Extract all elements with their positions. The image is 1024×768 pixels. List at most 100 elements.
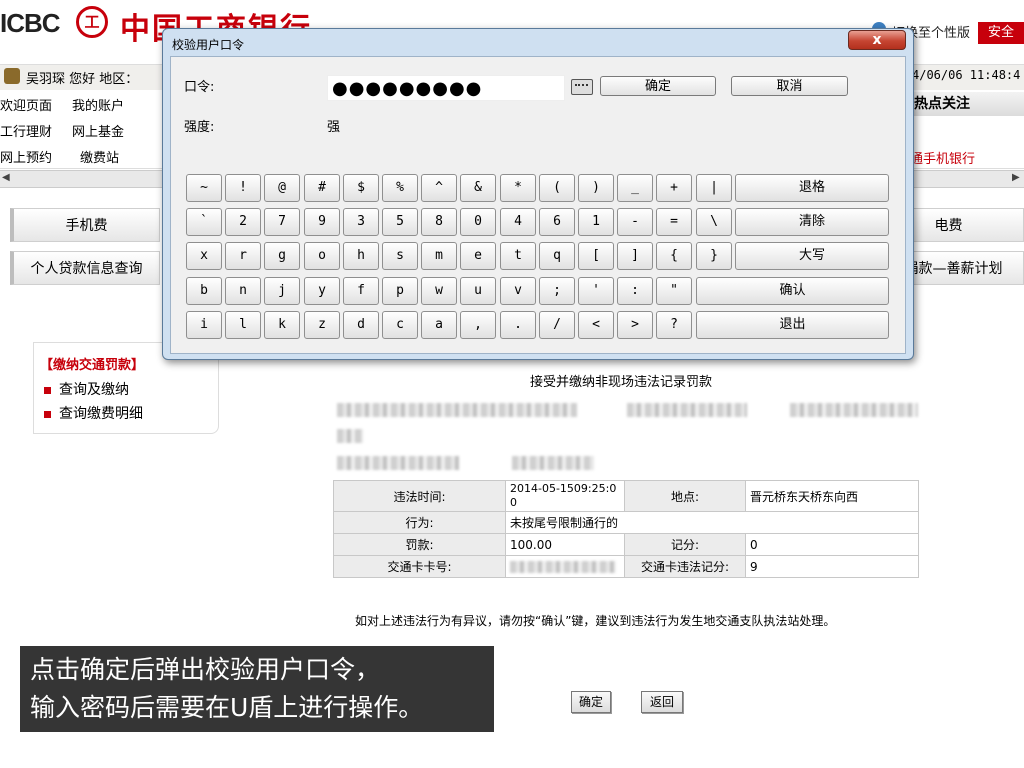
keyboard-key[interactable]: "	[656, 277, 692, 305]
fine-value: 100.00	[505, 533, 625, 556]
keyboard-key[interactable]: 4	[500, 208, 536, 236]
keyboard-key[interactable]: o	[304, 242, 340, 270]
keyboard-key[interactable]: [	[578, 242, 614, 270]
keyboard-key[interactable]: ;	[539, 277, 575, 305]
keyboard-key[interactable]: #	[304, 174, 340, 202]
keyboard-key[interactable]: 9	[304, 208, 340, 236]
table-row: 违法时间: 2014-05-1509:25:00 地点: 晋元桥东天桥东向西	[333, 480, 919, 512]
sidebar-item-history[interactable]: 查询缴费明细	[44, 403, 143, 423]
password-input[interactable]: ●●●●●●●●●	[327, 75, 565, 101]
keyboard-key[interactable]: 5	[382, 208, 418, 236]
keyboard-key[interactable]: :	[617, 277, 653, 305]
keyboard-key[interactable]: t	[500, 242, 536, 270]
keyboard-function-key[interactable]: 清除	[735, 208, 889, 236]
keyboard-icon[interactable]	[571, 79, 593, 95]
keyboard-key[interactable]: u	[460, 277, 496, 305]
page-confirm-button[interactable]: 确定	[571, 691, 611, 713]
keyboard-key[interactable]: j	[264, 277, 300, 305]
sidebar-item-query-pay[interactable]: 查询及缴纳	[44, 379, 129, 399]
service-credit-query-button[interactable]: 个人贷款信息查询	[10, 251, 160, 285]
keyboard-key[interactable]: g	[264, 242, 300, 270]
mobile-bank-link[interactable]: 通手机银行	[910, 148, 975, 167]
keyboard-key[interactable]: 0	[460, 208, 496, 236]
keyboard-key[interactable]: @	[264, 174, 300, 202]
keyboard-key[interactable]: c	[382, 311, 418, 339]
dialog-ok-button[interactable]: 确定	[600, 76, 716, 96]
keyboard-key[interactable]: ~	[186, 174, 222, 202]
keyboard-key[interactable]: $	[343, 174, 379, 202]
keyboard-key[interactable]: 8	[421, 208, 457, 236]
keyboard-key[interactable]: {	[656, 242, 692, 270]
keyboard-key[interactable]: -	[617, 208, 653, 236]
service-mobile-fee-button[interactable]: 手机费	[10, 208, 160, 242]
keyboard-key[interactable]: l	[225, 311, 261, 339]
keyboard-key[interactable]: >	[617, 311, 653, 339]
keyboard-key[interactable]: ]	[617, 242, 653, 270]
keyboard-key[interactable]: 3	[343, 208, 379, 236]
nav-item-wealth[interactable]: 工行理财	[0, 121, 52, 140]
keyboard-key[interactable]: p	[382, 277, 418, 305]
nav-item-funds[interactable]: 网上基金	[72, 121, 124, 140]
dialog-cancel-button[interactable]: 取消	[731, 76, 848, 96]
keyboard-function-key[interactable]: 退出	[696, 311, 889, 339]
keyboard-key[interactable]: .	[500, 311, 536, 339]
close-icon[interactable]: x	[848, 30, 906, 50]
keyboard-key[interactable]: v	[500, 277, 536, 305]
nav-item-welcome[interactable]: 欢迎页面	[0, 95, 52, 114]
keyboard-key[interactable]: /	[539, 311, 575, 339]
keyboard-key[interactable]: &	[460, 174, 496, 202]
keyboard-key[interactable]: ^	[421, 174, 457, 202]
keyboard-function-key[interactable]: 确认	[696, 277, 889, 305]
keyboard-key[interactable]: )	[578, 174, 614, 202]
keyboard-key[interactable]: +	[656, 174, 692, 202]
keyboard-key[interactable]: b	[186, 277, 222, 305]
keyboard-function-key[interactable]: 退格	[735, 174, 889, 202]
keyboard-key[interactable]: ,	[460, 311, 496, 339]
keyboard-key[interactable]: i	[186, 311, 222, 339]
obscured-card-number	[510, 560, 616, 573]
page-back-button[interactable]: 返回	[641, 691, 683, 713]
keyboard-key[interactable]: w	[421, 277, 457, 305]
keyboard-key[interactable]: (	[539, 174, 575, 202]
keyboard-key[interactable]: *	[500, 174, 536, 202]
keyboard-key[interactable]: y	[304, 277, 340, 305]
nav-item-reservation[interactable]: 网上预约	[0, 147, 52, 166]
keyboard-key[interactable]: m	[421, 242, 457, 270]
bullet-icon	[44, 410, 51, 418]
keyboard-key[interactable]: x	[186, 242, 222, 270]
keyboard-key[interactable]: }	[696, 242, 732, 270]
keyboard-key[interactable]: `	[186, 208, 222, 236]
keyboard-key[interactable]: =	[656, 208, 692, 236]
keyboard-key[interactable]: ?	[656, 311, 692, 339]
keyboard-key[interactable]: e	[460, 242, 496, 270]
obscured-text	[627, 403, 747, 417]
nav-item-my-account[interactable]: 我的账户	[72, 95, 124, 114]
keyboard-function-key[interactable]: 大写	[735, 242, 889, 270]
keyboard-key[interactable]: 6	[539, 208, 575, 236]
keyboard-key[interactable]: n	[225, 277, 261, 305]
keyboard-key[interactable]: d	[343, 311, 379, 339]
keyboard-key[interactable]: 7	[264, 208, 300, 236]
keyboard-key[interactable]: a	[421, 311, 457, 339]
keyboard-key[interactable]: \	[696, 208, 732, 236]
keyboard-key[interactable]: %	[382, 174, 418, 202]
keyboard-key[interactable]: !	[225, 174, 261, 202]
hot-focus-header: 热点关注	[910, 92, 1024, 116]
keyboard-key[interactable]: s	[382, 242, 418, 270]
keyboard-key[interactable]: h	[343, 242, 379, 270]
keyboard-key[interactable]: z	[304, 311, 340, 339]
keyboard-key[interactable]: q	[539, 242, 575, 270]
nav-item-payment-station[interactable]: 缴费站	[80, 147, 119, 166]
keyboard-key[interactable]: _	[617, 174, 653, 202]
keyboard-key[interactable]: f	[343, 277, 379, 305]
scroll-left-arrow-icon[interactable]: ◀	[2, 172, 10, 183]
keyboard-key[interactable]: 2	[225, 208, 261, 236]
keyboard-key[interactable]: 1	[578, 208, 614, 236]
keyboard-key[interactable]: r	[225, 242, 261, 270]
safety-button[interactable]: 安全	[978, 22, 1024, 44]
scroll-right-arrow-icon[interactable]: ▶	[1012, 172, 1020, 183]
keyboard-key[interactable]: <	[578, 311, 614, 339]
keyboard-key[interactable]: |	[696, 174, 732, 202]
keyboard-key[interactable]: '	[578, 277, 614, 305]
keyboard-key[interactable]: k	[264, 311, 300, 339]
